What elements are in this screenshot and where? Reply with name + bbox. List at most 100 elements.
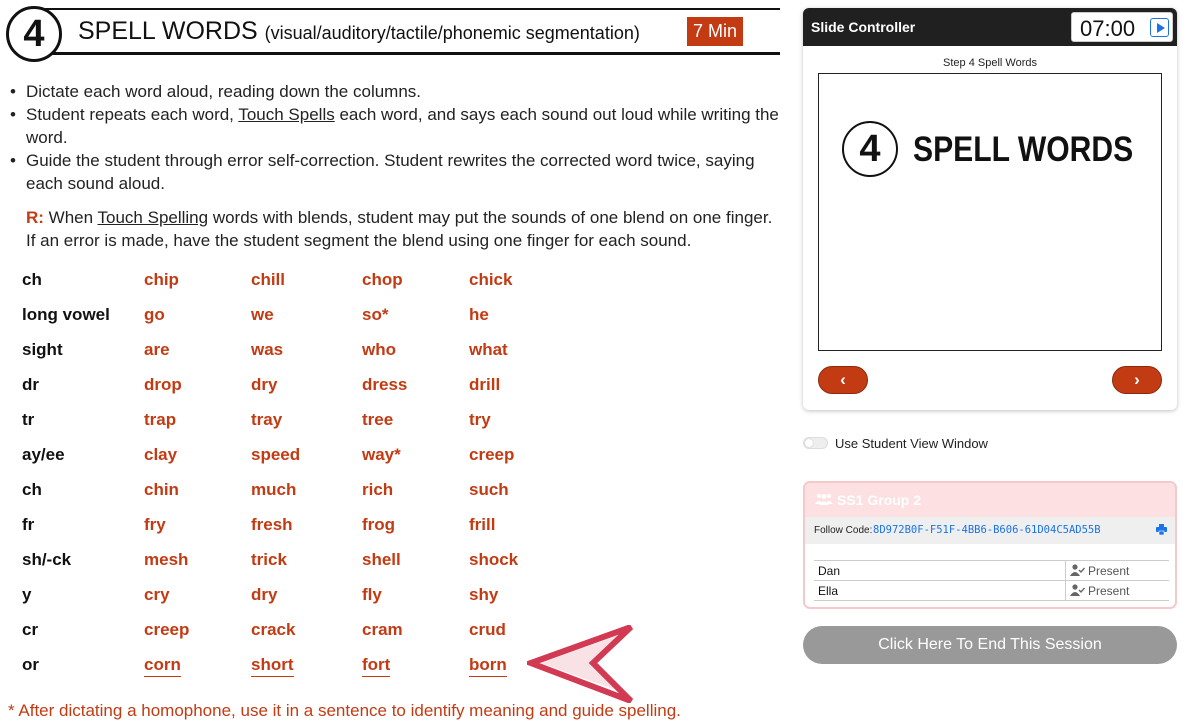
step-title: SPELL WORDS (visual/auditory/tactile/pho… <box>78 17 640 46</box>
word: way* <box>362 445 401 464</box>
word-pattern: y <box>22 585 32 604</box>
play-icon[interactable] <box>1150 18 1169 37</box>
student-table: Dan Present Ella Present <box>814 560 1169 601</box>
word: frill <box>469 515 496 534</box>
attendance-status[interactable]: Present <box>1065 581 1169 600</box>
timer-value: 07:00 <box>1080 16 1136 41</box>
slide-label: Step 4 Spell Words <box>943 57 1037 69</box>
touch-spells-term: Touch Spells <box>238 105 335 124</box>
pointer-arrow-icon <box>527 625 634 703</box>
header-rule-bottom <box>40 52 780 55</box>
user-check-icon <box>1070 564 1085 576</box>
word: creep <box>144 620 190 639</box>
word: tray <box>251 410 283 429</box>
word-pattern: ch <box>22 270 42 289</box>
homophone-footnote: * After dictating a homophone, use it in… <box>8 701 681 720</box>
duration-badge: 7 Min <box>687 17 743 46</box>
word: trick <box>251 550 287 569</box>
word-pattern: ay/ee <box>22 445 65 464</box>
word: crack <box>251 620 296 639</box>
next-slide-button[interactable]: › <box>1112 366 1162 394</box>
word: we <box>251 305 274 324</box>
step-subtitle: (visual/auditory/tactile/phonemic segmen… <box>264 23 640 43</box>
word: chick <box>469 270 513 289</box>
follow-code-link[interactable]: 8D972B0F-F51F-4BB6-B606-61D04C5AD55B <box>873 524 1101 536</box>
word: drop <box>144 375 182 394</box>
instruction-item: Dictate each word aloud, reading down th… <box>8 80 783 103</box>
word-pattern: sh/-ck <box>22 550 72 569</box>
word: mesh <box>144 550 189 569</box>
student-row: Ella Present <box>814 581 1169 601</box>
word: was <box>251 340 284 359</box>
word: frog <box>362 515 396 534</box>
word: shy <box>469 585 499 604</box>
word: cram <box>362 620 403 639</box>
previous-slide-button[interactable]: ‹ <box>818 366 868 394</box>
attendance-status[interactable]: Present <box>1065 561 1169 580</box>
group-card: SS1 Group 2 Follow Code: 8D972B0F-F51F-4… <box>803 481 1177 609</box>
group-header: SS1 Group 2 <box>805 483 1175 517</box>
word: dress <box>362 375 408 394</box>
word-pattern: long vowel <box>22 305 110 324</box>
end-session-button[interactable]: Click Here To End This Session <box>803 626 1177 664</box>
reteach-label: R: <box>26 208 44 227</box>
follow-code-row: Follow Code: 8D972B0F-F51F-4BB6-B606-61D… <box>805 517 1175 544</box>
slide-title: SPELL WORDS <box>913 130 1134 169</box>
word-pattern: dr <box>22 375 39 394</box>
student-view-label: Use Student View Window <box>835 436 988 451</box>
word-pattern: sight <box>22 340 63 359</box>
word: what <box>469 340 508 359</box>
word: tree <box>362 410 394 429</box>
word-pattern: or <box>22 655 39 674</box>
word: chop <box>362 270 403 289</box>
lesson-panel: 4 SPELL WORDS (visual/auditory/tactile/p… <box>0 0 790 727</box>
slide-step-number: 4 <box>842 121 898 177</box>
print-icon[interactable] <box>1156 524 1167 535</box>
instruction-text: Student repeats each word, <box>26 105 239 124</box>
word: dry <box>251 585 278 604</box>
word: he <box>469 305 489 324</box>
student-name: Dan <box>818 564 841 578</box>
slide-controller-header: Slide Controller 07:00 <box>803 8 1177 46</box>
word-pattern: tr <box>22 410 35 429</box>
slide-controller: Slide Controller 07:00 Step 4 Spell Word… <box>803 8 1177 410</box>
reteach-note: R: When Touch Spelling words with blends… <box>26 206 778 252</box>
word: crud <box>469 620 506 639</box>
word: cry <box>144 585 170 604</box>
word: are <box>144 340 170 359</box>
word: shock <box>469 550 519 569</box>
word: who <box>362 340 396 359</box>
word: shell <box>362 550 401 569</box>
instruction-list: Dictate each word aloud, reading down th… <box>8 80 783 195</box>
touch-spelling-term: Touch Spelling <box>97 208 209 227</box>
word: so* <box>362 305 389 324</box>
word: drill <box>469 375 501 394</box>
slide-preview: 4 SPELL WORDS <box>818 73 1162 351</box>
word: dry <box>251 375 278 394</box>
word-pattern: ch <box>22 480 42 499</box>
step-number-badge: 4 <box>6 6 62 62</box>
student-view-toggle[interactable] <box>803 437 828 449</box>
word: speed <box>251 445 301 464</box>
attendance-label: Present <box>1088 584 1130 598</box>
follow-code-label: Follow Code: <box>814 525 873 536</box>
word: born <box>469 655 507 677</box>
word: chin <box>144 480 179 499</box>
word: fly <box>362 585 382 604</box>
student-name: Ella <box>818 584 839 598</box>
word: chip <box>144 270 179 289</box>
word: try <box>469 410 491 429</box>
instruction-item: Student repeats each word, Touch Spells … <box>8 103 783 149</box>
word: creep <box>469 445 515 464</box>
header-rule-top <box>40 8 780 10</box>
student-row: Dan Present <box>814 561 1169 581</box>
word: go <box>144 305 165 324</box>
reteach-text: When <box>43 208 98 227</box>
word: short <box>251 655 294 677</box>
word: clay <box>144 445 178 464</box>
chevron-left-icon: ‹ <box>840 370 846 389</box>
word: chill <box>251 270 286 289</box>
word-pattern: fr <box>22 515 35 534</box>
user-check-icon <box>1070 584 1085 596</box>
word: fry <box>144 515 166 534</box>
